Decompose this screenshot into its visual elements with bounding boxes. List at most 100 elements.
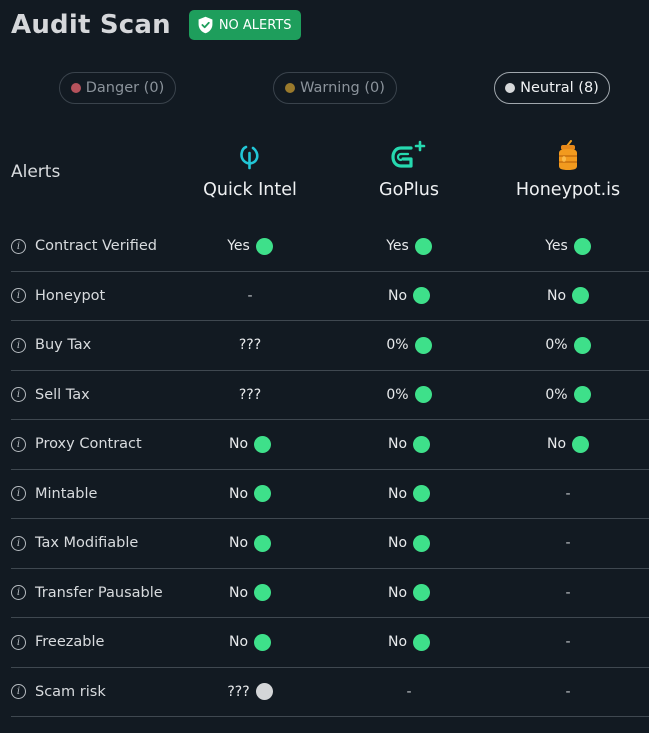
info-icon[interactable]: i — [11, 238, 26, 254]
page-title: Audit Scan — [11, 10, 171, 40]
status-dot-icon — [254, 534, 272, 552]
result-cell-goplus: 0% — [329, 371, 489, 420]
header: Audit Scan NO ALERTS — [11, 10, 301, 40]
result-value: No — [387, 634, 408, 651]
info-icon[interactable]: i — [11, 387, 26, 403]
table-row: i Buy Tax??? 0% 0% — [11, 321, 649, 371]
result-value: No — [387, 485, 408, 502]
row-label: Contract Verified — [35, 238, 157, 255]
result-cell-honeypot-is: 0% — [488, 371, 648, 420]
result-value: ??? — [238, 386, 262, 403]
result-cell-quick-intel: No — [170, 420, 330, 469]
table-row: i Scam risk??? - - — [11, 668, 649, 717]
result-cell-quick-intel: Yes — [170, 222, 330, 271]
table-row: i Proxy Contract No No No — [11, 420, 649, 470]
result-value: 0% — [545, 337, 568, 354]
result-value: No — [546, 287, 567, 304]
status-dot-icon — [413, 485, 431, 503]
status-dot-icon — [573, 237, 591, 255]
result-value: Yes — [227, 238, 250, 255]
filter-warning-label: Warning (0) — [300, 80, 385, 96]
info-icon[interactable]: i — [11, 486, 26, 502]
result-value: - — [565, 683, 571, 700]
badge-label: NO ALERTS — [218, 17, 292, 33]
honey-jar-icon — [559, 140, 577, 170]
result-cell-goplus: 0% — [329, 321, 489, 370]
result-value: 0% — [386, 337, 409, 354]
result-value: No — [228, 436, 249, 453]
table-row: i Mintable No No - — [11, 470, 649, 519]
result-cell-honeypot-is: 0% — [488, 321, 648, 370]
info-icon[interactable]: i — [11, 585, 26, 601]
result-value: No — [387, 584, 408, 601]
row-label-cell: i Contract Verified — [11, 222, 157, 271]
row-label: Proxy Contract — [35, 436, 142, 453]
result-value: - — [565, 634, 571, 651]
result-cell-goplus: No — [329, 272, 489, 321]
info-icon[interactable]: i — [11, 436, 26, 452]
status-dot-icon — [413, 584, 431, 602]
status-dot-icon — [414, 336, 432, 354]
row-label-cell: i Tax Modifiable — [11, 519, 138, 568]
filter-neutral[interactable]: Neutral (8) — [494, 72, 610, 104]
shield-check-icon — [198, 16, 213, 34]
result-cell-quick-intel: No — [170, 618, 330, 667]
table-row: i Honeypot - No No — [11, 272, 649, 321]
result-cell-quick-intel: ??? — [170, 321, 330, 370]
provider-name: Honeypot.is — [515, 180, 621, 200]
filter-danger[interactable]: Danger (0) — [59, 72, 176, 104]
filter-warning[interactable]: Warning (0) — [273, 72, 397, 104]
row-label: Honeypot — [35, 287, 106, 304]
warning-dot-icon — [285, 83, 296, 93]
result-cell-honeypot-is: - — [488, 470, 648, 519]
row-label-cell: i Honeypot — [11, 272, 105, 321]
provider-goplus: GoPlus — [329, 140, 489, 200]
result-value: - — [565, 485, 571, 502]
result-cell-quick-intel: No — [170, 519, 330, 568]
result-value: - — [565, 584, 571, 601]
status-dot-icon — [413, 534, 431, 552]
filter-danger-label: Danger (0) — [85, 80, 165, 96]
info-icon[interactable]: i — [11, 634, 26, 650]
result-cell-honeypot-is: - — [488, 618, 648, 667]
info-icon[interactable]: i — [11, 288, 26, 304]
result-value: - — [247, 287, 253, 304]
status-dot-icon — [414, 386, 432, 404]
row-label: Freezable — [35, 634, 105, 651]
result-cell-quick-intel: No — [170, 569, 330, 618]
result-cell-quick-intel: ??? — [170, 668, 330, 717]
result-cell-honeypot-is: No — [488, 420, 648, 469]
result-cell-quick-intel: ??? — [170, 371, 330, 420]
provider-name: Quick Intel — [203, 180, 297, 200]
status-dot-icon — [572, 435, 590, 453]
info-icon[interactable]: i — [11, 684, 26, 700]
result-cell-goplus: No — [329, 519, 489, 568]
result-cell-honeypot-is: - — [488, 668, 648, 717]
status-dot-icon — [573, 336, 591, 354]
status-dot-icon — [254, 633, 272, 651]
no-alerts-badge: NO ALERTS — [188, 10, 301, 40]
info-icon[interactable]: i — [11, 535, 26, 551]
result-cell-goplus: No — [329, 420, 489, 469]
info-icon[interactable]: i — [11, 337, 26, 353]
status-dot-icon — [254, 584, 272, 602]
goplus-logo-icon — [391, 140, 426, 168]
table-row: i Contract Verified Yes Yes Yes — [11, 222, 649, 272]
result-cell-quick-intel: No — [170, 470, 330, 519]
table-row: i Freezable No No - — [11, 618, 649, 668]
status-dot-icon — [413, 633, 431, 651]
result-cell-honeypot-is: - — [488, 569, 648, 618]
result-value: No — [228, 535, 249, 552]
status-dot-icon — [573, 386, 591, 404]
result-value: - — [406, 683, 412, 700]
status-dot-icon — [254, 435, 272, 453]
row-label: Buy Tax — [35, 337, 92, 354]
result-value: No — [546, 436, 567, 453]
provider-honeypot: Honeypot.is — [488, 140, 648, 200]
result-value: No — [387, 535, 408, 552]
result-cell-honeypot-is: - — [488, 519, 648, 568]
status-dot-icon — [255, 237, 273, 255]
row-label-cell: i Transfer Pausable — [11, 569, 163, 618]
result-cell-goplus: Yes — [329, 222, 489, 271]
row-label: Tax Modifiable — [35, 535, 139, 552]
